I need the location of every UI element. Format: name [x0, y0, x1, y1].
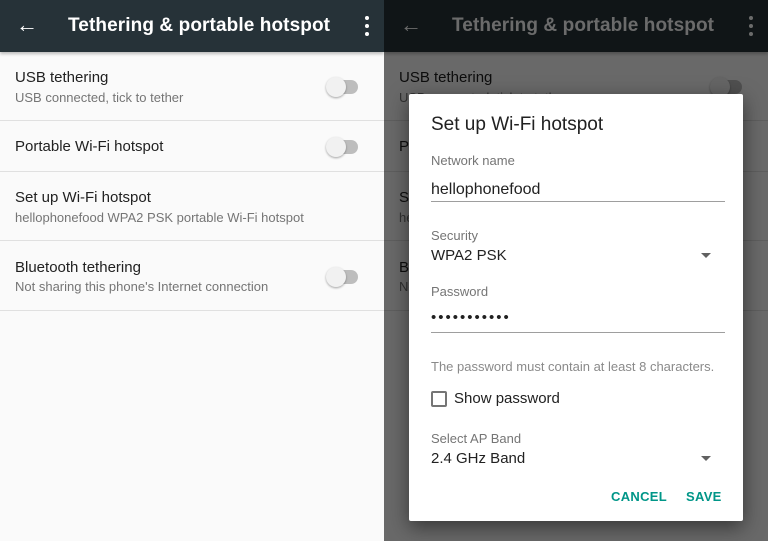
app-bar: ← Tethering & portable hotspot: [0, 0, 384, 52]
setting-subtitle: USB connected, tick to tether: [15, 90, 184, 105]
wifi-hotspot-dialog: Set up Wi-Fi hotspot Network name hellop…: [409, 94, 743, 521]
portable-hotspot-toggle[interactable]: [326, 137, 358, 157]
password-hint: The password must contain at least 8 cha…: [431, 359, 715, 374]
settings-screen: ← Tethering & portable hotspot USB tethe…: [0, 0, 384, 541]
back-arrow-icon[interactable]: ←: [16, 12, 38, 38]
password-label: Password: [431, 284, 489, 299]
cancel-button[interactable]: CANCEL: [611, 489, 667, 504]
show-password-checkbox[interactable]: [431, 391, 447, 407]
dialog-title: Set up Wi-Fi hotspot: [431, 114, 604, 135]
usb-tethering-toggle[interactable]: [326, 77, 358, 97]
security-label: Security: [431, 228, 478, 243]
password-underline: [431, 332, 725, 333]
setting-portable-hotspot[interactable]: Portable Wi-Fi hotspot: [0, 121, 384, 172]
dropdown-arrow-icon[interactable]: [701, 253, 711, 258]
setting-usb-tethering[interactable]: USB tethering USB connected, tick to tet…: [0, 52, 384, 121]
setting-title: Portable Wi-Fi hotspot: [15, 138, 164, 155]
dropdown-arrow-icon[interactable]: [701, 456, 711, 461]
setting-subtitle: Not sharing this phone's Internet connec…: [15, 279, 269, 294]
network-name-input[interactable]: hellophonefood: [431, 181, 540, 199]
setting-title: USB tethering: [15, 69, 109, 86]
bluetooth-tethering-toggle[interactable]: [326, 267, 358, 287]
network-name-label: Network name: [431, 153, 515, 168]
save-button[interactable]: SAVE: [686, 489, 722, 504]
setting-setup-hotspot[interactable]: Set up Wi-Fi hotspot hellophonefood WPA2…: [0, 172, 384, 241]
setting-subtitle: hellophonefood WPA2 PSK portable Wi-Fi h…: [15, 210, 304, 225]
security-select[interactable]: WPA2 PSK: [431, 247, 507, 264]
setting-bluetooth-tethering[interactable]: Bluetooth tethering Not sharing this pho…: [0, 241, 384, 311]
network-name-underline: [431, 201, 725, 202]
setting-title: Bluetooth tethering: [15, 259, 141, 276]
setting-title: Set up Wi-Fi hotspot: [15, 189, 151, 206]
ap-band-select[interactable]: 2.4 GHz Band: [431, 450, 525, 467]
more-vert-icon[interactable]: [364, 16, 370, 36]
ap-band-label: Select AP Band: [431, 431, 522, 446]
show-password-label[interactable]: Show password: [454, 390, 560, 407]
password-input[interactable]: •••••••••••: [431, 309, 511, 326]
page-title: Tethering & portable hotspot: [68, 15, 331, 36]
settings-screen-with-dialog: ← Tethering & portable hotspot USB tethe…: [384, 0, 768, 541]
